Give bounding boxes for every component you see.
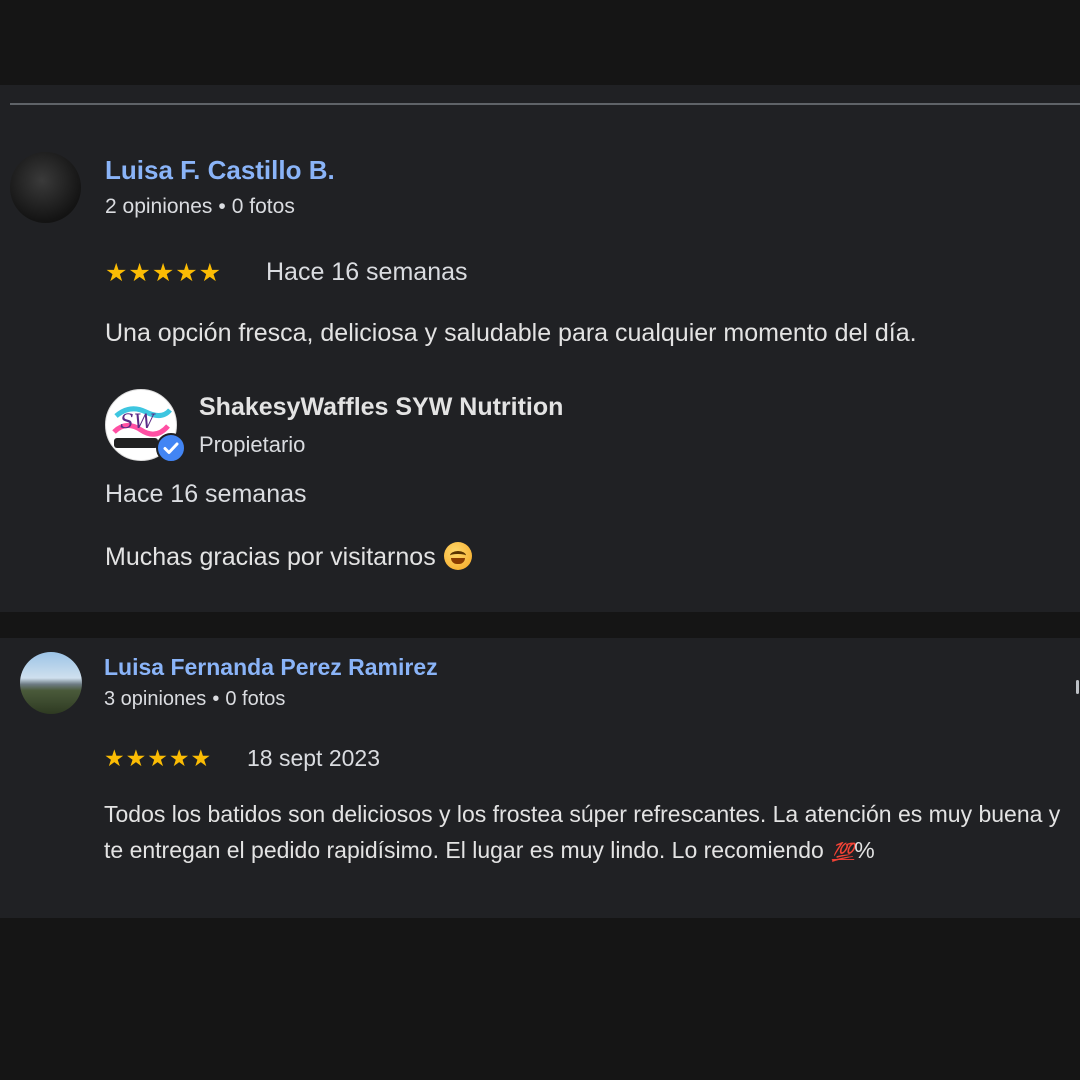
review-date: 18 sept 2023 <box>247 745 381 771</box>
scrollbar-thumb[interactable] <box>1076 680 1079 694</box>
smiling-face-emoji-icon <box>443 542 472 570</box>
reviewer-name-link[interactable]: Luisa F. Castillo B. <box>105 155 335 186</box>
meta-separator: • <box>212 688 220 710</box>
photos-count: 0 fotos <box>231 195 295 218</box>
reviewer-name-link[interactable]: Luisa Fernanda Perez Ramirez <box>104 654 438 681</box>
reviews-count: 3 opiniones <box>104 688 207 710</box>
review-card: Luisa Fernanda Perez Ramirez 3 opiniones… <box>0 638 1080 918</box>
owner-reply-date: Hace 16 semanas <box>105 480 307 508</box>
hundred-points-emoji-icon: 💯 <box>831 842 855 862</box>
divider <box>10 103 1080 105</box>
meta-separator: • <box>218 195 226 218</box>
verified-badge-icon <box>156 433 186 463</box>
reviews-count: 2 opiniones <box>105 195 213 218</box>
reviewer-avatar[interactable] <box>10 152 81 223</box>
review-date: Hace 16 semanas <box>266 258 468 286</box>
review-card: Luisa F. Castillo B. 2 opiniones • 0 fotos… <box>0 85 1080 612</box>
owner-name: ShakesyWaffles SYW Nutrition <box>199 393 564 421</box>
review-text-content: Todos los batidos son deliciosos y los f… <box>104 801 1061 863</box>
star-rating: ★★★★★ <box>104 745 213 771</box>
owner-reply-text: Muchas gracias por visitarnos <box>105 542 472 572</box>
owner-role: Propietario <box>199 432 306 457</box>
photos-count: 0 fotos <box>225 688 286 710</box>
review-text: Todos los batidos son deliciosos y los f… <box>104 796 1072 870</box>
svg-text:SW: SW <box>120 409 156 433</box>
reviewer-meta: 2 opiniones • 0 fotos <box>105 195 295 219</box>
reviewer-avatar[interactable] <box>20 652 82 714</box>
owner-reply-text-content: Muchas gracias por visitarnos <box>105 543 436 571</box>
review-text: Una opción fresca, deliciosa y saludable… <box>105 319 917 347</box>
reviewer-meta: 3 opiniones • 0 fotos <box>104 688 285 711</box>
star-rating: ★★★★★ <box>105 259 223 287</box>
review-text-suffix: % <box>854 837 875 863</box>
